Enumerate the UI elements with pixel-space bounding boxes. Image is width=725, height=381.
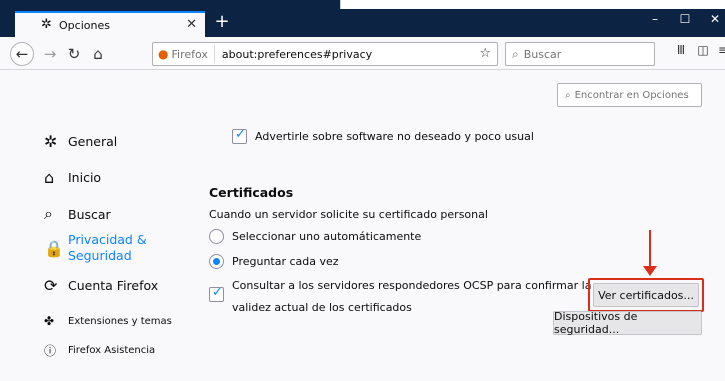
reload-button[interactable]: ↻: [62, 42, 86, 66]
sidebar-item-general[interactable]: ✲ General: [44, 132, 117, 151]
search-icon: ⌕: [512, 46, 519, 61]
gear-icon: ✲: [41, 17, 52, 32]
sidebar-item-inicio[interactable]: ⌂ Inicio: [44, 168, 101, 187]
lock-icon: 🔒: [44, 238, 64, 258]
certificates-prompt: Cuando un servidor solicite su certifica…: [209, 208, 488, 221]
annotation-arrow-head: [643, 266, 657, 276]
annotation-arrow-shaft: [649, 230, 651, 270]
certificates-heading: Certificados: [209, 185, 294, 200]
radio-ask-row[interactable]: Preguntar cada vez: [209, 254, 339, 269]
new-tab-button[interactable]: +: [211, 11, 233, 33]
sidebar-item-buscar[interactable]: ⌕ Buscar: [44, 204, 111, 224]
navigation-toolbar: ← → ↻ ⌂ ● Firefox about:preferences#priv…: [0, 37, 725, 70]
view-certificates-button[interactable]: Ver certificados...: [593, 283, 699, 307]
tab-opciones[interactable]: ✲ Opciones ✕: [15, 11, 205, 37]
categories-sidebar: ✲ General ⌂ Inicio ⌕ Buscar 🔒 Privacidad…: [0, 71, 200, 381]
security-devices-button[interactable]: Dispositivos de seguridad...: [553, 310, 702, 336]
reload-icon: ↻: [67, 45, 81, 63]
sync-icon: ⟳: [44, 276, 58, 295]
radio-ask-label: Preguntar cada vez: [232, 255, 339, 268]
close-tab-icon[interactable]: ✕: [186, 17, 197, 32]
maximize-button[interactable]: ☐: [673, 12, 697, 26]
find-in-options-input[interactable]: ⌕ Encontrar en Opciones: [557, 83, 702, 107]
sidebar-item-label: Cuenta Firefox: [68, 278, 159, 293]
warn-unwanted-checkbox[interactable]: [232, 127, 247, 144]
forward-button[interactable]: →: [38, 42, 62, 66]
bookmark-star-icon[interactable]: ☆: [479, 46, 491, 61]
home-icon: ⌂: [93, 45, 103, 63]
radio-auto-select[interactable]: [209, 229, 224, 244]
tab-title: Opciones: [59, 18, 110, 32]
sidebar-item-privacidad[interactable]: 🔒 Privacidad & Seguridad: [44, 232, 147, 264]
radio-ask-each-time[interactable]: [209, 254, 224, 269]
sidebar-item-asistencia[interactable]: ⓘ Firefox Asistencia: [44, 342, 155, 359]
other-window-edge: [340, 0, 725, 9]
url-text[interactable]: about:preferences#privacy: [215, 48, 372, 61]
sidebar-item-label: Inicio: [68, 170, 102, 185]
search-icon: ⌕: [44, 204, 53, 223]
ocsp-label-line1: Consultar a los servidores respondedores…: [232, 279, 592, 292]
home-icon: ⌂: [44, 168, 55, 187]
back-arrow-icon: ←: [15, 45, 29, 63]
warn-unwanted-label: Advertirle sobre software no deseado y p…: [255, 130, 534, 143]
search-bar[interactable]: ⌕ Buscar: [505, 42, 655, 66]
help-icon: ⓘ: [44, 344, 57, 358]
tab-bar: ✲ Opciones ✕ + – ☐ ✕: [0, 9, 725, 37]
sidebar-item-label: Extensiones y temas: [68, 315, 172, 327]
home-button[interactable]: ⌂: [86, 42, 110, 66]
ocsp-row[interactable]: [209, 285, 224, 302]
search-placeholder: Buscar: [523, 47, 562, 61]
search-icon: ⌕: [565, 89, 571, 101]
sidebar-item-cuenta-firefox[interactable]: ⟳ Cuenta Firefox: [44, 276, 158, 295]
gear-icon: ✲: [44, 132, 58, 151]
warn-unwanted-row[interactable]: Advertirle sobre software no deseado y p…: [232, 127, 534, 144]
sidebar-item-label: Buscar: [68, 206, 111, 222]
ocsp-checkbox[interactable]: [209, 285, 224, 302]
forward-arrow-icon: →: [43, 45, 57, 63]
firefox-logo-icon: ●: [158, 47, 169, 61]
sidebar-item-label: Firefox Asistencia: [68, 345, 156, 356]
identity-box[interactable]: ● Firefox: [153, 45, 215, 63]
back-button[interactable]: ←: [10, 42, 34, 66]
radio-auto-row[interactable]: Seleccionar uno automáticamente: [209, 229, 421, 244]
radio-auto-label: Seleccionar uno automáticamente: [232, 230, 422, 243]
close-window-button[interactable]: ✕: [703, 12, 725, 26]
find-placeholder: Encontrar en Opciones: [574, 89, 689, 101]
preferences-content: ⌕ Encontrar en Opciones ✲ General ⌂ Inic…: [0, 71, 725, 381]
sidebar-item-label: Privacidad & Seguridad: [68, 232, 147, 263]
puzzle-icon: ✤: [44, 314, 55, 328]
library-icon[interactable]: Ⅲ: [670, 43, 692, 57]
menu-icon[interactable]: ≡: [712, 43, 725, 57]
ocsp-label-line2: validez actual de los certificados: [232, 301, 412, 314]
sidebar-item-label: General: [68, 134, 118, 149]
sidebar-item-extensiones[interactable]: ✤ Extensiones y temas: [44, 314, 172, 328]
sidebar-toggle-icon[interactable]: ◫: [692, 43, 714, 57]
url-bar[interactable]: ● Firefox about:preferences#privacy ☆: [152, 42, 498, 66]
identity-label: Firefox: [171, 47, 208, 61]
minimize-button[interactable]: –: [643, 12, 667, 26]
